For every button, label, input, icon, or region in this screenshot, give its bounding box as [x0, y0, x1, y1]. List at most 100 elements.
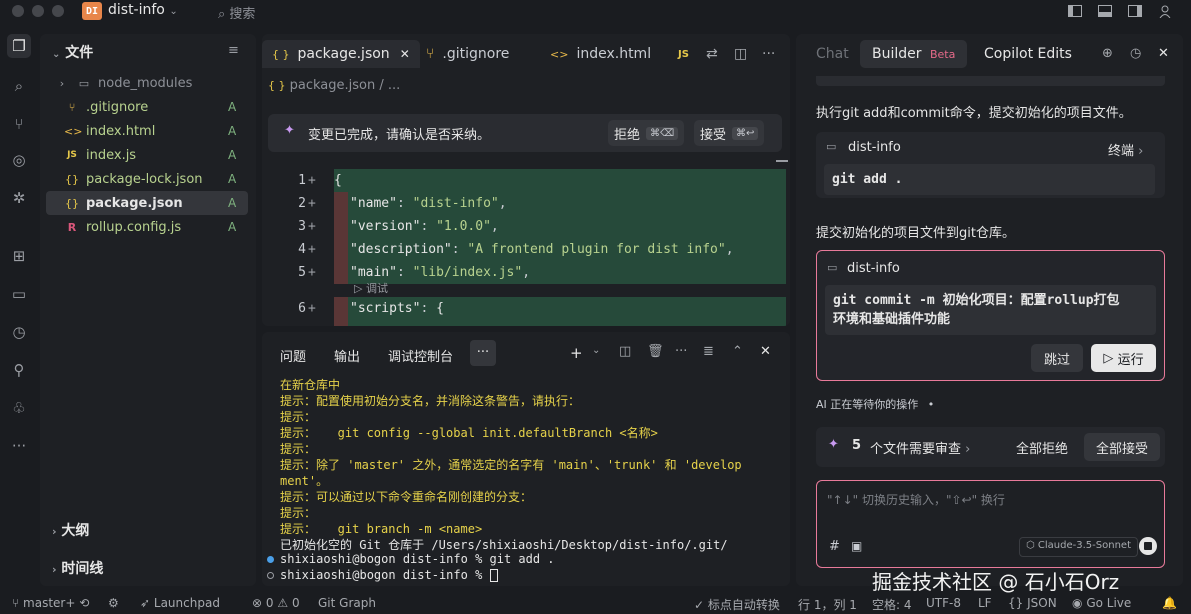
notifications-icon[interactable]: 🔔: [1162, 596, 1177, 610]
launchpad-item[interactable]: ➶ Launchpad: [140, 596, 220, 610]
tab-package-json[interactable]: { } package.json ✕: [262, 40, 420, 68]
open-terminal-link[interactable]: 终端 ›: [1108, 140, 1143, 159]
account-icon[interactable]: [1156, 2, 1174, 20]
search-view-icon[interactable]: ⌕: [7, 74, 31, 98]
close-window-button[interactable]: [12, 5, 24, 17]
git-graph-item[interactable]: Git Graph: [318, 596, 376, 610]
tree-view-icon[interactable]: ♧: [7, 396, 31, 420]
line-ending[interactable]: LF: [978, 596, 992, 610]
review-bar: ✦ 5 个文件需要审查 › 全部拒绝 全部接受: [816, 427, 1165, 467]
terminal-line: 提示：除了 'master' 之外，通常选定的名字有 'main'、'trunk…: [280, 458, 742, 472]
new-terminal-icon[interactable]: +: [570, 344, 583, 362]
js-badge[interactable]: JS: [678, 40, 689, 68]
settings-sync-icon[interactable]: ⚙: [108, 596, 119, 610]
go-live-button[interactable]: ◉ Go Live: [1072, 596, 1131, 610]
remote-icon[interactable]: ◎: [7, 148, 31, 172]
tab-chat[interactable]: Chat: [816, 46, 849, 62]
toggle-secondary-sidebar-icon[interactable]: [1126, 2, 1144, 20]
encoding[interactable]: UTF-8: [926, 596, 961, 610]
branch-indicator[interactable]: ⑂ master+ ⟲: [12, 596, 89, 610]
language-mode[interactable]: {} JSON: [1008, 596, 1057, 610]
chat-input[interactable]: "↑↓" 切换历史输入，"⇧↩" 换行: [827, 491, 1005, 508]
explorer-title[interactable]: ⌄ 文件: [52, 42, 93, 62]
accept-all-button[interactable]: 全部接受: [1084, 433, 1160, 461]
more-actions-icon[interactable]: ···: [675, 344, 687, 359]
file-tree-item[interactable]: JS index.js A: [46, 143, 248, 167]
project-badge[interactable]: DI: [82, 2, 102, 20]
code-line[interactable]: 4 + "description": "A frontend plugin for …: [262, 238, 790, 261]
history-icon[interactable]: ◷: [1130, 46, 1141, 61]
files-review-link[interactable]: 个文件需要审查 ›: [870, 438, 970, 457]
file-tree-item[interactable]: Rrollup.config.js A: [46, 215, 248, 239]
maximize-panel-icon[interactable]: ⌃: [732, 344, 743, 359]
extensions-icon[interactable]: ⊞: [7, 244, 31, 268]
indentation[interactable]: 空格: 4: [872, 596, 912, 613]
split-terminal-icon[interactable]: ◫: [619, 344, 631, 359]
close-panel-icon[interactable]: ✕: [1158, 46, 1169, 61]
code-line[interactable]: 3 + "version": "1.0.0",: [262, 215, 790, 238]
code-line[interactable]: 2 + "name": "dist-info",: [262, 192, 790, 215]
trash-icon[interactable]: 🗑: [647, 344, 664, 359]
file-tree-item[interactable]: <> index.html A: [46, 119, 248, 143]
stop-button[interactable]: [1139, 537, 1157, 555]
diff-plus-icon: +: [308, 219, 316, 234]
tab-builder[interactable]: Builder Beta: [860, 40, 968, 68]
terminal-prompt[interactable]: shixiaoshi@bogon dist-info %: [280, 568, 498, 582]
compare-changes-icon[interactable]: ⇄: [706, 40, 718, 68]
timeline-view-icon[interactable]: ◷: [7, 320, 31, 344]
html-icon: <>: [550, 47, 569, 61]
close-panel-icon[interactable]: ✕: [760, 344, 771, 359]
file-tree-item[interactable]: {} package-lock.json A: [46, 167, 248, 191]
image-icon[interactable]: ▣: [851, 539, 862, 553]
terminal-line: shixiaoshi@bogon dist-info % git add .: [280, 552, 555, 566]
chevron-down-icon[interactable]: ⌄: [592, 345, 600, 356]
project-name[interactable]: dist-info ⌄: [108, 2, 178, 18]
folder-view-icon[interactable]: ▭: [7, 282, 31, 306]
more-views-icon[interactable]: ···: [7, 434, 31, 458]
autoformat-item[interactable]: ✓ 标点自动转换: [694, 596, 780, 613]
search-input[interactable]: ⌕ 搜索: [218, 3, 255, 22]
more-actions-icon[interactable]: ···: [762, 40, 775, 68]
source-control-icon[interactable]: ⑂: [7, 112, 31, 136]
toggle-sidebar-icon[interactable]: [1066, 2, 1084, 20]
timeline-section[interactable]: › 时间线: [52, 558, 103, 578]
skip-button[interactable]: 跳过: [1031, 344, 1083, 372]
file-tree-item[interactable]: › ▭ node_modules: [46, 71, 248, 95]
debug-icon[interactable]: ✲: [7, 186, 31, 210]
run-button[interactable]: ▷ 运行: [1091, 344, 1156, 372]
tab-output[interactable]: 输出: [334, 346, 360, 365]
tab-problems[interactable]: 问题: [280, 346, 306, 365]
file-tree-item-selected[interactable]: {} package.json A: [46, 191, 248, 215]
toggle-panel-icon[interactable]: [1096, 2, 1114, 20]
reject-all-button[interactable]: 全部拒绝: [1004, 433, 1080, 461]
tab-index-html[interactable]: <> index.html: [550, 40, 651, 68]
zoom-window-button[interactable]: [52, 5, 64, 17]
outline-section[interactable]: › 大纲: [52, 520, 89, 540]
filter-icon[interactable]: ≡: [228, 43, 239, 58]
code-line[interactable]: 6 + "scripts": {: [262, 297, 790, 320]
breadcrumb[interactable]: { } package.json / ...: [268, 78, 400, 93]
new-session-icon[interactable]: ⊕: [1102, 46, 1113, 61]
tab-copilot-edits[interactable]: Copilot Edits: [984, 46, 1072, 62]
settings-sliders-icon[interactable]: ≣: [703, 344, 714, 359]
code-line[interactable]: 1 +{: [262, 169, 790, 192]
split-editor-icon[interactable]: ◫: [734, 40, 747, 68]
more-tabs-button[interactable]: ···: [470, 340, 496, 366]
test-icon[interactable]: ⚲: [7, 358, 31, 382]
tab-debug-console[interactable]: 调试控制台: [388, 346, 453, 365]
hash-icon[interactable]: #: [829, 539, 840, 554]
file-tree-item[interactable]: ⑂ .gitignore A: [46, 95, 248, 119]
minimize-window-button[interactable]: [32, 5, 44, 17]
accept-button[interactable]: 接受 ⌘↩: [694, 120, 765, 146]
tab-gitignore[interactable]: ⑂ .gitignore: [426, 40, 509, 68]
explorer-icon[interactable]: ❐: [7, 34, 31, 58]
close-tab-icon[interactable]: ✕: [400, 47, 410, 61]
problems-indicator[interactable]: ⊗ 0 ⚠ 0: [252, 596, 300, 610]
chevron-down-icon: ⌄: [169, 6, 178, 17]
debug-codelens[interactable]: ▷ 调试: [354, 280, 388, 296]
model-selector[interactable]: ⬡ Claude-3.5-Sonnet: [1019, 537, 1138, 557]
cursor-position[interactable]: 行 1，列 1: [798, 596, 857, 613]
reject-button[interactable]: 拒绝 ⌘⌫: [608, 120, 685, 146]
code-line[interactable]: 5 + "main": "lib/index.js",: [262, 261, 790, 284]
chat-input-box[interactable]: "↑↓" 切换历史输入，"⇧↩" 换行 # ▣ ⬡ Claude-3.5-Son…: [816, 480, 1165, 568]
